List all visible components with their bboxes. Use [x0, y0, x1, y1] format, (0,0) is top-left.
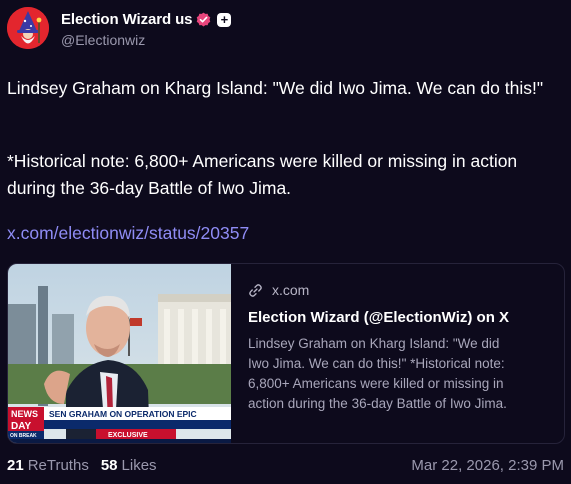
card-domain-row: x.com: [248, 280, 564, 300]
thumbnail-chyron: SEN GRAHAM ON OPERATION EPIC: [49, 409, 197, 419]
card-title: Election Wizard (@ElectionWiz) on X: [248, 309, 510, 326]
link-preview-card[interactable]: NEWS DAY ON BREAK SEN GRAHAM ON OPERATIO…: [7, 263, 565, 444]
likes-label: Likes: [121, 456, 157, 474]
retruths-label: ReTruths: [27, 456, 89, 474]
author-info: Election Wizard us + @Electionwiz: [61, 9, 232, 48]
wizard-avatar-icon: [7, 7, 49, 49]
follow-button[interactable]: +: [217, 12, 232, 27]
thumbnail-news-bottom: DAY: [11, 421, 32, 432]
thumbnail-exclusive: EXCLUSIVE: [108, 432, 148, 439]
name-row: Election Wizard us +: [61, 9, 232, 31]
card-domain: x.com: [272, 282, 310, 298]
thumbnail-small-tag: ON BREAK: [10, 433, 37, 439]
avatar[interactable]: [7, 7, 49, 49]
retruths-count: 21: [7, 456, 24, 474]
verified-badge-icon: [197, 12, 211, 27]
card-info: x.com Election Wizard (@ElectionWiz) on …: [231, 264, 564, 443]
news-thumbnail-image: NEWS DAY ON BREAK SEN GRAHAM ON OPERATIO…: [8, 264, 231, 443]
post-text-paragraph-1: Lindsey Graham on Kharg Island: "We did …: [7, 78, 544, 98]
retruths-stat[interactable]: 21 ReTruths: [7, 457, 89, 474]
post: Election Wizard us + @Electionwiz Lindse…: [0, 0, 571, 484]
post-footer: 21 ReTruths 58 Likes Mar 22, 2026, 2:39 …: [7, 454, 564, 476]
likes-count: 58: [100, 456, 118, 474]
thumbnail-news-top: NEWS: [11, 409, 38, 419]
post-timestamp[interactable]: Mar 22, 2026, 2:39 PM: [411, 457, 564, 474]
post-text-paragraph-2: *Historical note: 6,800+ Americans were …: [7, 151, 518, 198]
post-link[interactable]: x.com/electionwiz/status/20357: [7, 220, 249, 247]
link-icon: [249, 283, 262, 297]
card-thumbnail: NEWS DAY ON BREAK SEN GRAHAM ON OPERATIO…: [8, 264, 231, 443]
card-description: Lindsey Graham on Kharg Island: "We did …: [248, 336, 507, 411]
handle[interactable]: @Electionwiz: [61, 32, 231, 48]
post-header: Election Wizard us + @Electionwiz: [7, 5, 232, 51]
display-name[interactable]: Election Wizard us: [61, 11, 193, 28]
likes-stat[interactable]: 58 Likes: [101, 457, 157, 474]
